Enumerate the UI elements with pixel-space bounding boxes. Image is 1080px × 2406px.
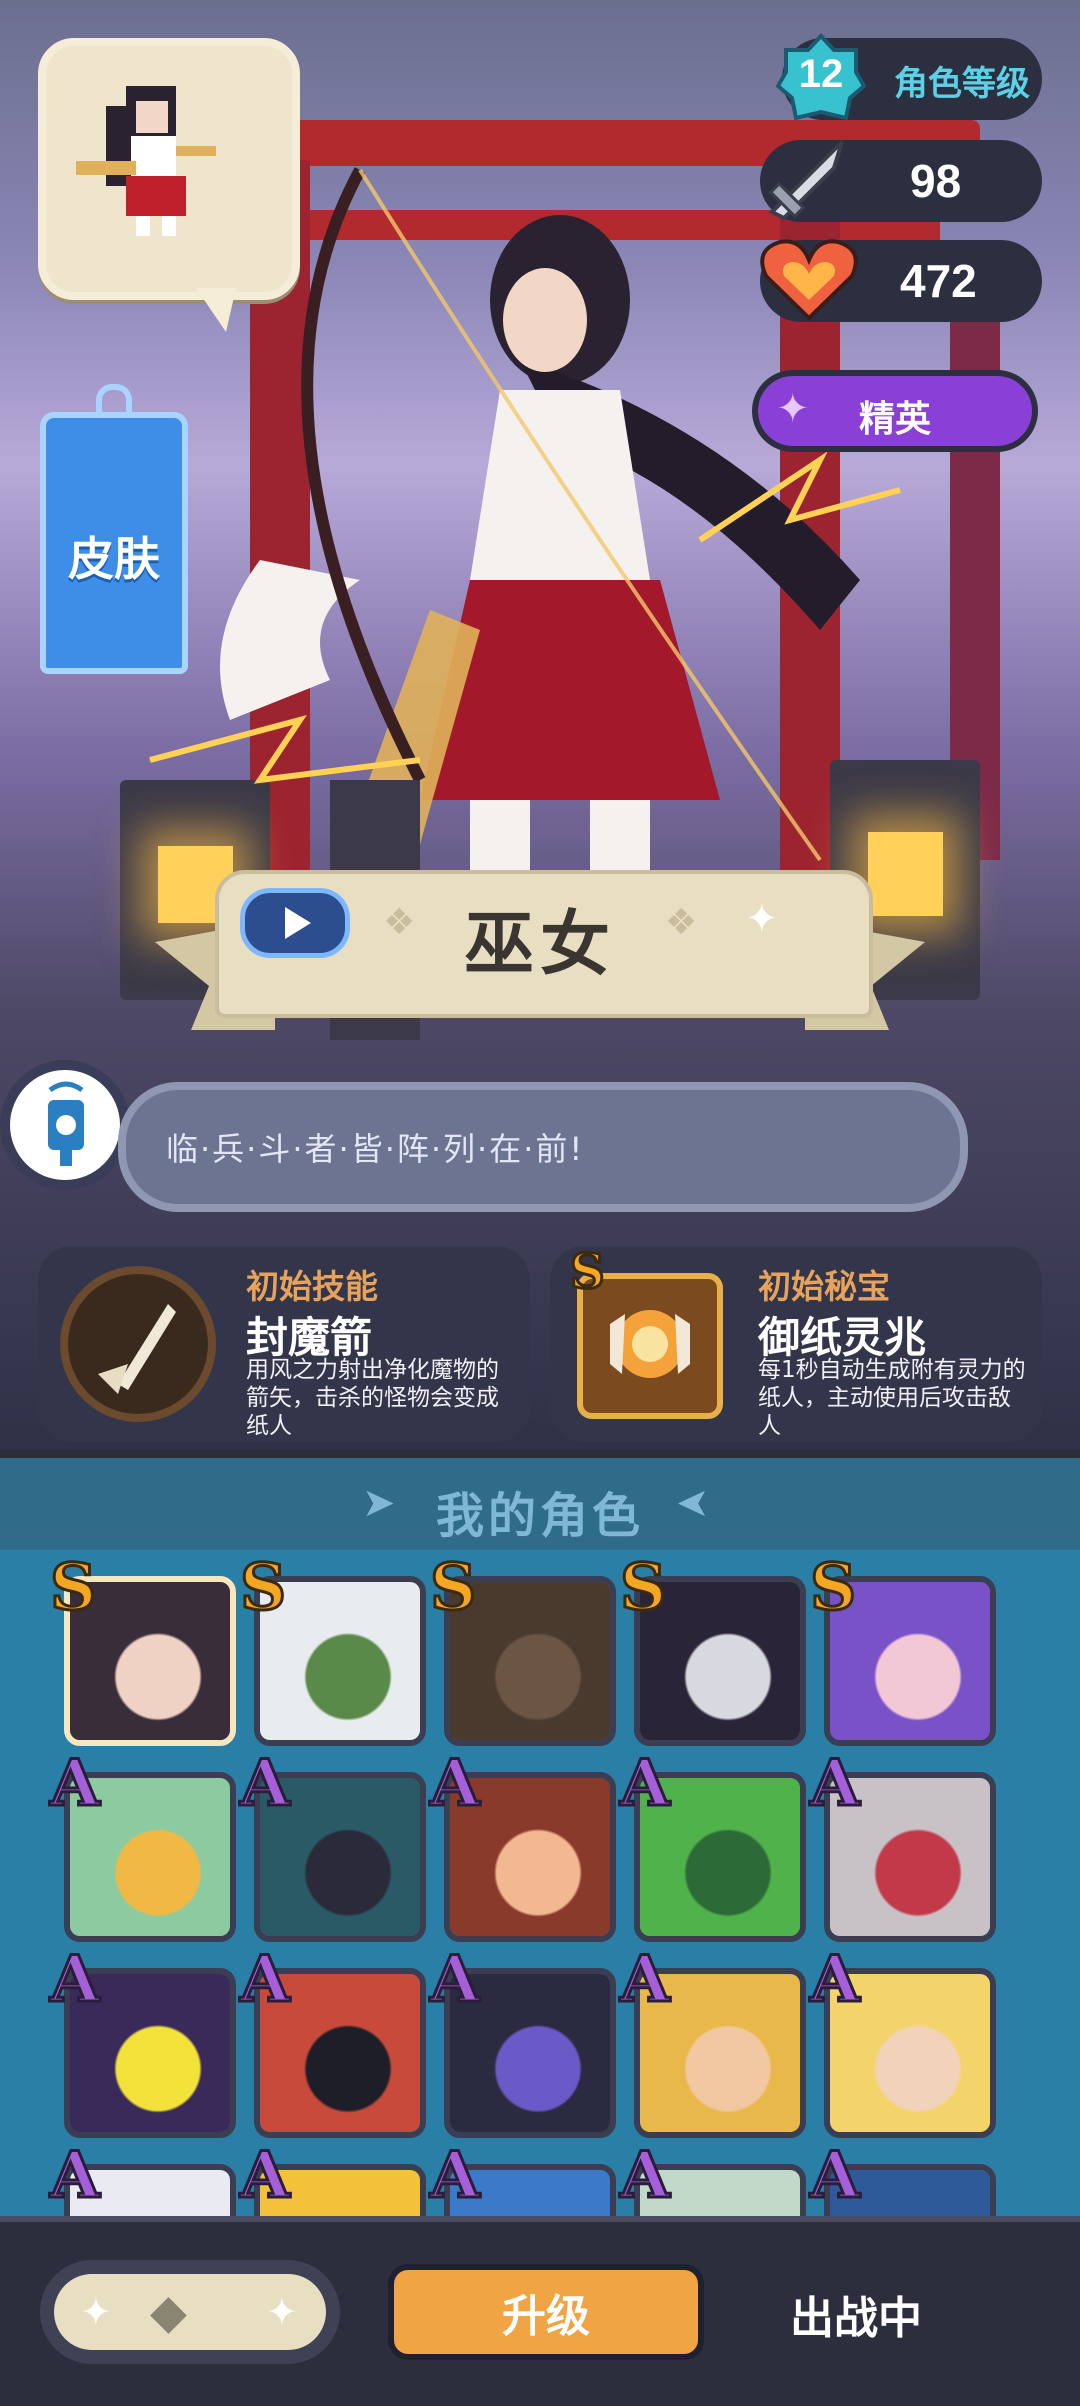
sword-icon [768, 140, 844, 221]
attack-pill: 98 [760, 140, 1042, 222]
grade-badge: A [619, 1942, 672, 2017]
formation-button[interactable]: ✦ ◆ ✦ [40, 2260, 340, 2364]
bottom-action-bar: ✦ ◆ ✦ 升级 出战中 [0, 2216, 1080, 2406]
level-pill: 12 角色等级 [775, 33, 1042, 121]
grade-badge: A [49, 1942, 102, 2017]
hp-value: 472 [900, 255, 977, 307]
voice-speaker-button[interactable] [0, 1060, 130, 1190]
grade-badge: A [619, 2138, 672, 2213]
grade-badge: A [239, 2138, 292, 2213]
sparkle-right-icon: ✦ [266, 2290, 298, 2334]
play-icon [285, 907, 311, 939]
treasure-desc: 每1秒自动生成附有灵力的纸人，主动使用后攻击敌人 [758, 1357, 1026, 1439]
speaker-icon [48, 1081, 84, 1166]
arrow-skill-icon [60, 1266, 216, 1422]
grade-badge: A [809, 1942, 862, 2017]
grade-badge: S [238, 1550, 287, 1625]
grade-badge: A [809, 1746, 862, 1821]
attack-value: 98 [910, 155, 962, 207]
grade-badge: A [619, 1746, 672, 1821]
skill-sub-label: 初始技能 [246, 1267, 378, 1306]
grade-badge: S [618, 1550, 667, 1625]
grade-badge: A [49, 2138, 102, 2213]
treasure-grade-badge: S [569, 1243, 607, 1302]
rarity-label: 精英 [858, 399, 931, 440]
character-quote-box: 临·兵·斗·者·皆·阵·列·在·前! [118, 1082, 968, 1212]
sparkle-left-icon: ✦ [80, 2290, 112, 2334]
level-badge-icon: 12 [775, 32, 867, 122]
treasure-card[interactable]: S 初始秘宝 御纸灵兆 每1秒自动生成附有灵力的纸人，主动使用后攻击敌人 [550, 1243, 1042, 1442]
roster-header: ➤ 我的角色 ➤ [0, 1458, 1080, 1550]
upgrade-button[interactable]: 升级 [388, 2264, 704, 2360]
level-label: 角色等级 [894, 64, 1030, 104]
character-quote: 临·兵·斗·者·皆·阵·列·在·前! [166, 1130, 585, 1168]
grade-badge: A [809, 2138, 862, 2213]
grade-badge: A [429, 1942, 482, 2017]
grade-badge: A [239, 1746, 292, 1821]
rarity-badge: ✦ 精英 [752, 370, 1038, 452]
grade-badge: A [49, 1746, 102, 1821]
ornament-right-icon: ❖ [665, 902, 698, 943]
heart-icon [760, 239, 858, 321]
sparkle-right-icon: ✦ [745, 896, 779, 942]
character-roster-grid: S S S S S A A A A A A A A A A A A A A A [0, 1550, 1080, 2216]
arrow-right-ornament-icon: ➤ [676, 1480, 710, 1526]
level-value: 12 [798, 52, 844, 96]
ornament-left-icon: ❖ [383, 902, 416, 943]
hp-pill: 472 [760, 239, 1042, 322]
skin-button[interactable]: 皮肤 [40, 384, 188, 674]
roster-title: 我的角色 [435, 1488, 644, 1544]
emblem-icon: ◆ [150, 2284, 187, 2340]
treasure-sub-label: 初始秘宝 [758, 1267, 890, 1306]
grade-badge: S [48, 1550, 97, 1625]
voice-play-button[interactable] [240, 888, 350, 958]
in-battle-status: 出战中 [790, 2293, 922, 2344]
grade-badge: A [429, 2138, 482, 2213]
grade-badge: A [429, 1746, 482, 1821]
character-pixel-portrait[interactable] [38, 38, 300, 332]
skill-desc: 用风之力射出净化魔物的箭矢，击杀的怪物会变成纸人 [246, 1357, 499, 1439]
grade-badge: A [239, 1942, 292, 2017]
banner-hook-icon [96, 384, 132, 418]
grade-badge: S [808, 1550, 857, 1625]
skill-card[interactable]: 初始技能 封魔箭 用风之力射出净化魔物的箭矢，击杀的怪物会变成纸人 [38, 1246, 530, 1442]
grade-badge: S [428, 1550, 477, 1625]
skin-button-label: 皮肤 [68, 532, 160, 586]
pixel-character-icon [76, 86, 216, 236]
